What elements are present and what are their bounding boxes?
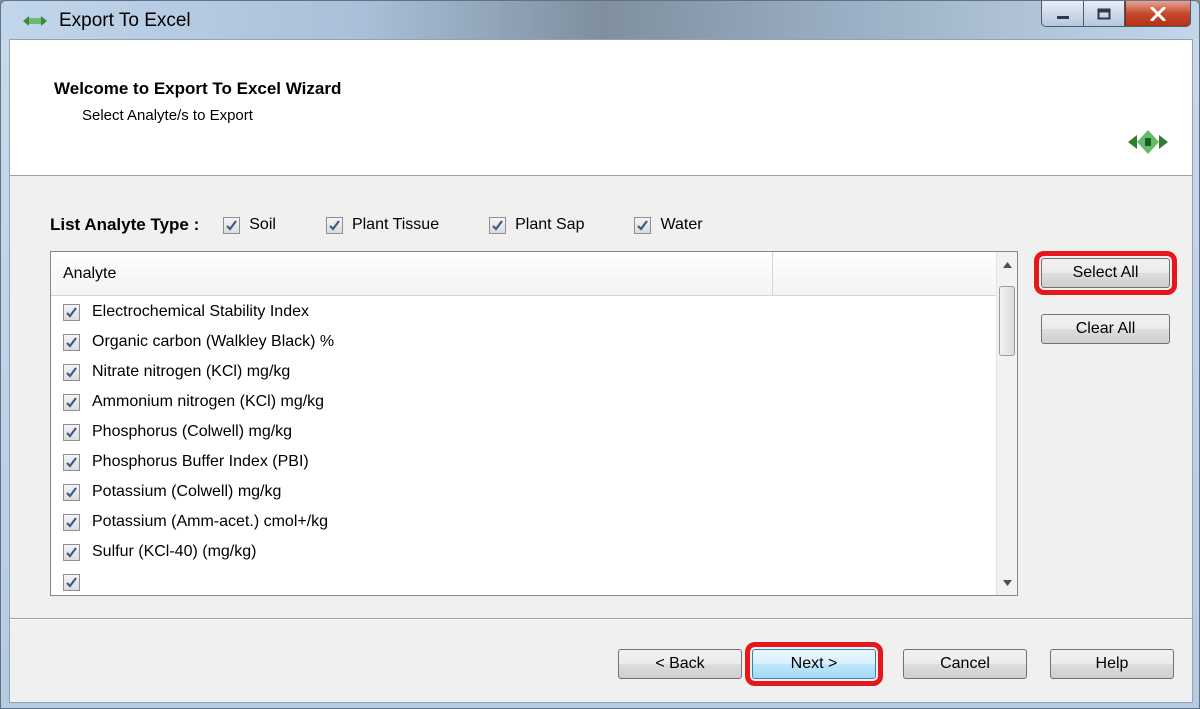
analyte-list[interactable]: Analyte Electrochemical Stability Index … (50, 251, 1018, 596)
list-item[interactable]: Organic carbon (Walkley Black) % (51, 327, 997, 357)
scroll-up-arrow-icon[interactable] (997, 254, 1017, 275)
title-bar[interactable]: Export To Excel (1, 1, 1199, 39)
column-header-analyte[interactable]: Analyte (51, 252, 773, 296)
type-plant-sap-checkbox[interactable]: Plant Sap (489, 216, 584, 234)
maximize-icon (1097, 8, 1111, 19)
list-item[interactable]: Sulfur (KCl-40) (mg/kg) (51, 537, 997, 567)
close-icon (1150, 6, 1166, 21)
list-item-label: Ammonium nitrogen (KCl) mg/kg (92, 393, 325, 410)
list-item-label: Sulfur (KCl-40) (mg/kg) (92, 543, 257, 560)
analyte-type-label: List Analyte Type : (50, 215, 200, 234)
select-all-button[interactable]: Select All (1034, 251, 1177, 295)
scroll-thumb[interactable] (999, 286, 1015, 356)
close-button[interactable] (1125, 1, 1191, 27)
checkbox-checked-icon[interactable] (63, 453, 80, 471)
wizard-subtitle: Select Analyte/s to Export (82, 107, 253, 124)
cancel-button[interactable]: Cancel (903, 649, 1027, 679)
maximize-button[interactable] (1083, 1, 1125, 27)
type-plant-sap-label: Plant Sap (515, 216, 585, 233)
next-button[interactable]: Next > (745, 642, 883, 686)
type-water-checkbox[interactable]: Water (634, 216, 703, 234)
checkbox-checked-icon[interactable] (634, 216, 652, 234)
list-item-label: Potassium (Amm-acet.) cmol+/kg (92, 513, 329, 530)
minimize-icon (1056, 15, 1069, 19)
list-header: Analyte (51, 252, 997, 296)
window-controls (1041, 1, 1191, 29)
checkbox-checked-icon[interactable] (63, 363, 80, 381)
list-item[interactable]: Potassium (Amm-acet.) cmol+/kg (51, 507, 997, 537)
scroll-down-arrow-icon[interactable] (997, 572, 1017, 593)
analyte-type-filter: List Analyte Type : Soil Plant Tissue Pl… (50, 210, 703, 240)
checkbox-checked-icon[interactable] (63, 303, 80, 321)
type-plant-tissue-label: Plant Tissue (351, 216, 440, 233)
wizard-client-area: Welcome to Export To Excel Wizard Select… (9, 39, 1193, 703)
list-item-label: Phosphorus (Colwell) mg/kg (92, 423, 293, 440)
type-plant-tissue-checkbox[interactable]: Plant Tissue (325, 216, 440, 234)
company-logo-icon (1128, 130, 1168, 154)
export-to-excel-window: Export To Excel Welcome to Export To Exc… (0, 0, 1200, 709)
list-scrollbar[interactable] (996, 252, 1017, 595)
checkbox-checked-icon[interactable] (489, 216, 507, 234)
minimize-button[interactable] (1041, 1, 1083, 27)
list-rows: Electrochemical Stability Index Organic … (51, 297, 997, 595)
checkbox-checked-icon[interactable] (63, 393, 80, 411)
list-item-label: Phosphorus Buffer Index (PBI) (92, 453, 309, 470)
checkbox-checked-icon[interactable] (325, 216, 343, 234)
checkbox-checked-icon[interactable] (223, 216, 241, 234)
window-title: Export To Excel (59, 10, 191, 31)
checkbox-checked-icon[interactable] (63, 543, 80, 561)
checkbox-checked-icon[interactable] (63, 573, 80, 591)
type-water-label: Water (660, 216, 703, 233)
checkbox-checked-icon[interactable] (63, 333, 80, 351)
list-item[interactable]: Potassium (Colwell) mg/kg (51, 477, 997, 507)
list-item-label: Nitrate nitrogen (KCl) mg/kg (92, 363, 291, 380)
list-item-label: Potassium (Colwell) mg/kg (92, 483, 282, 500)
app-logo-icon (23, 16, 47, 26)
list-item-partial[interactable] (51, 567, 997, 595)
list-item[interactable]: Phosphorus (Colwell) mg/kg (51, 417, 997, 447)
list-item-label: Electrochemical Stability Index (92, 303, 309, 320)
type-soil-checkbox[interactable]: Soil (223, 216, 276, 234)
list-item-label: Organic carbon (Walkley Black) % (92, 333, 335, 350)
clear-all-button[interactable]: Clear All (1041, 314, 1170, 344)
help-button[interactable]: Help (1050, 649, 1174, 679)
back-button[interactable]: < Back (618, 649, 742, 679)
list-item[interactable]: Ammonium nitrogen (KCl) mg/kg (51, 387, 997, 417)
list-item[interactable]: Phosphorus Buffer Index (PBI) (51, 447, 997, 477)
wizard-header: Welcome to Export To Excel Wizard Select… (10, 40, 1192, 176)
list-item[interactable]: Electrochemical Stability Index (51, 297, 997, 327)
checkbox-checked-icon[interactable] (63, 423, 80, 441)
checkbox-checked-icon[interactable] (63, 513, 80, 531)
list-item[interactable]: Nitrate nitrogen (KCl) mg/kg (51, 357, 997, 387)
wizard-title: Welcome to Export To Excel Wizard (54, 79, 342, 98)
footer-divider (10, 618, 1192, 620)
type-soil-label: Soil (249, 216, 276, 233)
checkbox-checked-icon[interactable] (63, 483, 80, 501)
